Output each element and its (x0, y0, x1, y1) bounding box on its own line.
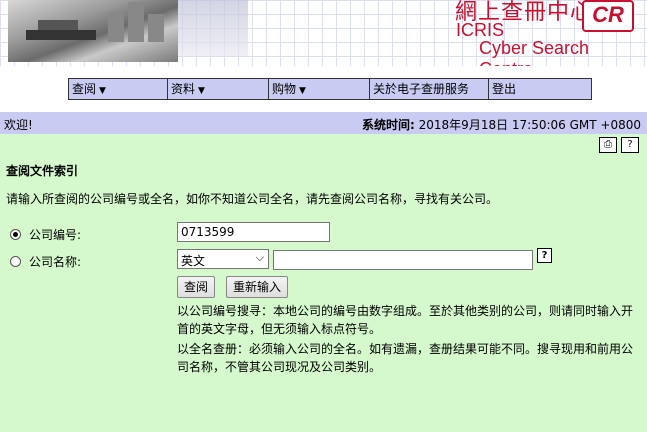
language-select-value: 英文 (181, 254, 206, 268)
intro-text: 请输入所查阅的公司编号或全名，如你不知道公司全名，请先查阅公司名称，寻找有关公司… (6, 192, 499, 206)
menu-search-label: 查阅 (72, 82, 97, 96)
company-name-option[interactable]: 公司名称: (10, 253, 81, 270)
system-time: 系统时间: 2018年9月18日 17:50:06 GMT +0800 (362, 116, 641, 133)
company-name-label: 公司名称: (29, 255, 82, 269)
system-time-label: 系统时间: (362, 118, 415, 132)
system-time-value: 2018年9月18日 17:50:06 GMT +0800 (418, 118, 641, 132)
menu-shopping[interactable]: 购物 ▼ (269, 79, 370, 99)
menu-shopping-label: 购物 (272, 82, 297, 96)
main-menu: 查阅 ▼ 资料 ▼ 购物 ▼ 关於电子查册服务 登出 (68, 78, 592, 100)
menu-info[interactable]: 资料 ▼ (168, 79, 269, 99)
chevron-down-icon: ▼ (99, 86, 106, 96)
search-panel: ⎙ ? 查阅文件索引 请输入所查阅的公司编号或全名，如你不知道公司全名，请先查阅… (0, 134, 647, 432)
note-company-number: 以公司编号搜寻：本地公司的编号由数字组成。至於其他类别的公司，则请同时输入开首的… (177, 304, 634, 336)
banner-photo-fade (178, 0, 248, 56)
menu-logout[interactable]: 登出 (489, 79, 591, 99)
chevron-down-icon: ⌵ (255, 251, 264, 264)
section-title: 查阅文件索引 (6, 164, 79, 178)
menu-info-label: 资料 (171, 82, 196, 96)
company-no-radio[interactable] (10, 229, 21, 240)
printer-icon[interactable]: ⎙ (599, 137, 617, 153)
menu-search[interactable]: 查阅 ▼ (69, 79, 168, 99)
reset-button[interactable]: 重新输入 (226, 276, 289, 298)
note-full-name: 以全名查册：必须输入公司的全名。如有遗漏，查册结果可能不同。搜寻现用和前用公司名… (177, 342, 634, 374)
chevron-down-icon: ▼ (299, 86, 306, 96)
welcome-text: 欢迎! (4, 118, 33, 132)
search-button[interactable]: 查阅 (177, 276, 216, 298)
company-no-input[interactable]: 0713599 (177, 222, 330, 242)
cr-logo: CR (582, 0, 634, 32)
company-name-radio[interactable] (10, 256, 21, 267)
banner: 網上查冊中心 CR ICRIS Cyber Search Centre (0, 0, 647, 66)
banner-subtitle: Cyber Search Centre (479, 38, 590, 66)
company-name-input[interactable] (273, 250, 533, 270)
toolbar: ⎙ ? (599, 137, 639, 153)
menu-logout-label: 登出 (492, 82, 517, 96)
harbour-photo (8, 0, 178, 62)
menu-about[interactable]: 关於电子查册服务 (370, 79, 489, 99)
chevron-down-icon: ▼ (198, 86, 205, 96)
company-no-option[interactable]: 公司编号: (10, 226, 81, 243)
menu-about-label: 关於电子查册服务 (373, 82, 470, 96)
language-select[interactable]: 英文 ⌵ (177, 249, 269, 269)
help-icon[interactable]: ? (537, 248, 552, 263)
company-no-label: 公司编号: (29, 228, 82, 242)
status-bar: 欢迎! 系统时间: 2018年9月18日 17:50:06 GMT +0800 (0, 112, 647, 134)
help-icon[interactable]: ? (621, 137, 639, 153)
